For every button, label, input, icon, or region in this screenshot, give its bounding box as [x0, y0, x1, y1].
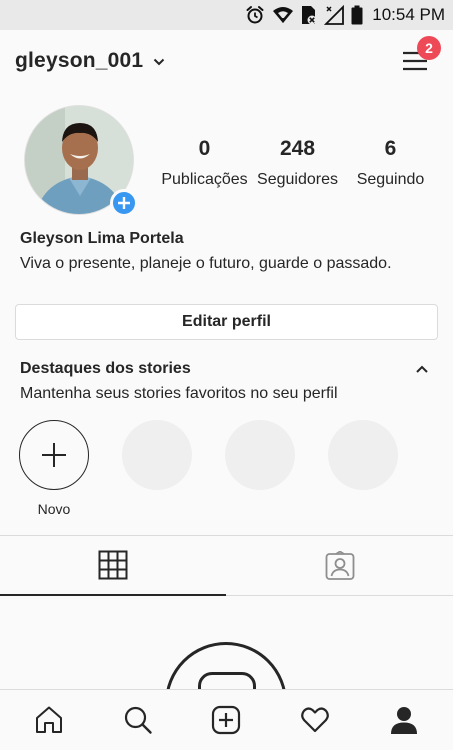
- heart-icon: [301, 707, 329, 733]
- tagged-icon: [325, 550, 354, 580]
- new-highlight-button[interactable]: [19, 420, 89, 490]
- username-switcher[interactable]: gleyson_001: [15, 49, 143, 73]
- highlight-placeholder: [328, 420, 398, 490]
- home-icon: [36, 706, 63, 733]
- nav-new-post[interactable]: [196, 695, 256, 745]
- search-icon: [124, 706, 152, 734]
- following-stat[interactable]: 6 Seguindo: [344, 137, 437, 189]
- nav-activity[interactable]: [285, 695, 345, 745]
- bottom-navigation: [0, 689, 453, 750]
- posts-count: 0: [198, 137, 211, 160]
- following-count: 6: [384, 137, 397, 160]
- instagram-profile-screen: 10:54 PM gleyson_001 2 0 Publicações 248…: [0, 0, 453, 750]
- profile-header: gleyson_001 2: [0, 30, 453, 92]
- plus-icon: [42, 443, 66, 467]
- data-blocked-icon: [302, 6, 317, 25]
- chevron-down-icon[interactable]: [153, 58, 165, 66]
- nav-search[interactable]: [108, 695, 168, 745]
- highlight-placeholder: [225, 420, 295, 490]
- status-bar: 10:54 PM: [0, 0, 453, 30]
- nav-profile[interactable]: [374, 695, 434, 745]
- chevron-up-icon[interactable]: [415, 364, 429, 374]
- followers-stat[interactable]: 248 Seguidores: [251, 137, 344, 189]
- add-story-button[interactable]: [110, 189, 138, 217]
- new-post-icon: [212, 705, 241, 735]
- status-time: 10:54 PM: [372, 5, 445, 24]
- grid-icon: [98, 550, 128, 580]
- signal-icon: [324, 5, 345, 25]
- profile-bio: Viva o presente, planeje o futuro, guard…: [20, 255, 392, 272]
- highlights-subtitle: Mantenha seus stories favoritos no seu p…: [20, 385, 338, 402]
- followers-label: Seguidores: [257, 171, 338, 188]
- posts-label: Publicações: [161, 171, 248, 188]
- followers-count: 248: [279, 137, 316, 160]
- plus-icon: [118, 197, 130, 209]
- posts-stat[interactable]: 0 Publicações: [158, 137, 251, 189]
- profile-stats: 0 Publicações 248 Seguidores 6 Seguindo: [158, 137, 438, 189]
- highlights-title: Destaques dos stories: [20, 360, 191, 377]
- profile-icon: [390, 707, 417, 734]
- tab-grid[interactable]: [0, 536, 226, 596]
- tab-tagged[interactable]: [226, 536, 453, 596]
- edit-profile-button[interactable]: Editar perfil: [15, 304, 438, 340]
- alarm-icon: [246, 6, 264, 24]
- battery-icon: [351, 5, 363, 25]
- new-highlight-label: Novo: [37, 501, 71, 517]
- following-label: Seguindo: [356, 171, 425, 188]
- highlight-placeholder: [122, 420, 192, 490]
- nav-home[interactable]: [19, 695, 79, 745]
- wifi-icon: [273, 7, 294, 23]
- avatar[interactable]: [24, 105, 138, 217]
- notification-badge: 2: [417, 36, 441, 60]
- profile-name: Gleyson Lima Portela: [20, 230, 184, 247]
